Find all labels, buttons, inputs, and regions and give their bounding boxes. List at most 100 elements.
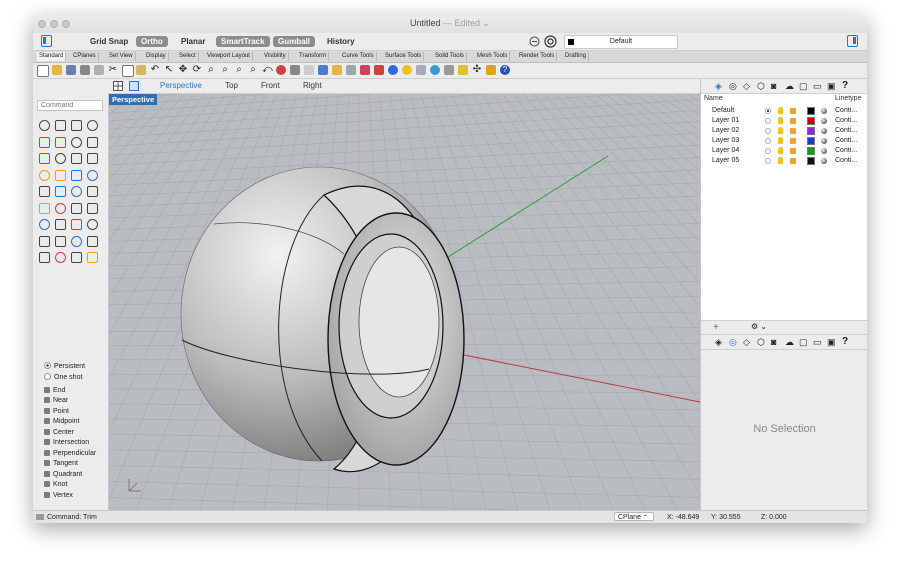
- move-tool-icon[interactable]: [39, 219, 50, 230]
- filter-icon[interactable]: [529, 36, 540, 47]
- render-panel-icon[interactable]: ◙: [771, 337, 776, 347]
- layer-row[interactable]: Default Conti...: [701, 106, 867, 116]
- paste-icon[interactable]: [136, 65, 146, 75]
- mesh-tool-icon[interactable]: [39, 252, 50, 263]
- lock-icon[interactable]: [790, 128, 796, 134]
- gumball-icon[interactable]: ✣: [472, 65, 482, 75]
- layer-options-icon[interactable]: ⚙ ⌄: [751, 322, 767, 331]
- tab-front[interactable]: Front: [261, 81, 280, 90]
- visibility-bulb-icon[interactable]: [778, 117, 783, 124]
- environment-panel-icon[interactable]: ☁: [785, 337, 794, 348]
- visibility-bulb-icon[interactable]: [778, 127, 783, 134]
- rectangle-tool-icon[interactable]: [71, 136, 82, 148]
- perspective-viewport[interactable]: Perspective: [109, 94, 700, 510]
- osnap-near[interactable]: Near: [44, 396, 68, 405]
- blocks-panel-icon[interactable]: ⬡: [757, 337, 765, 348]
- extrude-tool-icon[interactable]: [39, 186, 50, 197]
- orient-tool-icon[interactable]: [71, 235, 82, 247]
- current-layer-radio[interactable]: [765, 118, 771, 124]
- layer-row[interactable]: Layer 04 Conti...: [701, 146, 867, 156]
- osnap-intersection[interactable]: Intersection: [44, 438, 89, 447]
- current-layer-radio[interactable]: [765, 108, 771, 114]
- gumball-toggle[interactable]: Gumball: [273, 36, 316, 47]
- material-sphere-icon[interactable]: [821, 138, 827, 144]
- tab-surface-tools[interactable]: Surface Tools: [383, 52, 425, 61]
- rotate-view-icon[interactable]: ⟳: [192, 65, 202, 75]
- layer-color-swatch[interactable]: [807, 127, 815, 135]
- help-icon[interactable]: ?: [500, 65, 510, 75]
- linetype-column-header[interactable]: Linetype: [835, 95, 861, 102]
- layer-color-swatch[interactable]: [807, 107, 815, 115]
- print-icon[interactable]: [80, 65, 90, 75]
- layer-color-swatch[interactable]: [807, 137, 815, 145]
- curve-tool-icon[interactable]: [87, 120, 98, 131]
- linetype-value[interactable]: Conti...: [835, 146, 857, 156]
- visibility-bulb-icon[interactable]: [778, 107, 783, 114]
- materials-icon[interactable]: [402, 65, 412, 75]
- notes-panel-icon[interactable]: ▢: [799, 81, 808, 92]
- bulb-icon[interactable]: [332, 65, 342, 75]
- undo-view-icon[interactable]: ⤺: [262, 65, 273, 75]
- circle-tool-icon[interactable]: [39, 136, 50, 148]
- tab-viewport-layout[interactable]: Viewport Layout: [205, 52, 253, 61]
- tab-select[interactable]: Select: [177, 52, 199, 61]
- osnap-quadrant[interactable]: Quadrant: [44, 470, 82, 479]
- material-sphere-icon[interactable]: [821, 158, 827, 164]
- zoom-icon[interactable]: ⌕: [206, 65, 216, 75]
- layer-color-swatch[interactable]: [807, 117, 815, 125]
- materials-panel-icon[interactable]: ◇: [743, 81, 750, 92]
- named-views-icon[interactable]: [276, 65, 286, 75]
- add-layer-button[interactable]: +: [713, 322, 719, 333]
- display-panel-icon[interactable]: ▭: [813, 81, 822, 92]
- blocks-panel-icon[interactable]: ⬡: [757, 81, 765, 92]
- point-tool-icon[interactable]: [55, 120, 66, 131]
- environment-icon[interactable]: [430, 65, 440, 75]
- tab-standard[interactable]: Standard: [37, 52, 67, 61]
- osnap-target-icon[interactable]: [544, 35, 557, 48]
- color-icon[interactable]: [360, 65, 370, 75]
- render-panel-icon[interactable]: ◙: [771, 81, 776, 91]
- command-history-icon[interactable]: [36, 514, 44, 520]
- material-sphere-icon[interactable]: [821, 108, 827, 114]
- current-layer-select[interactable]: Default: [564, 35, 678, 49]
- cone-tool-icon[interactable]: [87, 169, 98, 181]
- fillet-tool-icon[interactable]: [55, 153, 66, 164]
- material-sphere-icon[interactable]: [821, 148, 827, 154]
- extend-tool-icon[interactable]: [87, 153, 98, 164]
- lock-icon[interactable]: [790, 148, 796, 154]
- scale-tool-icon[interactable]: [87, 219, 98, 230]
- analyze-tool-icon[interactable]: [55, 252, 66, 263]
- lights-icon[interactable]: [444, 65, 454, 75]
- left-sidebar-toggle-icon[interactable]: [41, 35, 52, 47]
- linetype-value[interactable]: Conti...: [835, 116, 857, 126]
- text-tool-icon[interactable]: [87, 252, 98, 263]
- pan-icon[interactable]: ✥: [178, 65, 188, 75]
- display-modes-icon[interactable]: ▣: [827, 81, 836, 92]
- lock-icon[interactable]: [790, 158, 796, 164]
- group-tool-icon[interactable]: [87, 235, 98, 247]
- save-icon[interactable]: [66, 65, 76, 75]
- tab-set-view[interactable]: Set View: [107, 52, 136, 61]
- undo-icon[interactable]: ↶: [150, 65, 160, 75]
- osnap-one-shot[interactable]: One shot: [44, 373, 82, 382]
- offset-tool-icon[interactable]: [71, 153, 82, 164]
- tab-cplanes[interactable]: CPlanes: [71, 52, 99, 61]
- sweep-tool-icon[interactable]: [87, 186, 98, 197]
- tab-top[interactable]: Top: [225, 81, 238, 90]
- polygon-tool-icon[interactable]: [87, 136, 98, 148]
- copy-tool-icon[interactable]: [55, 219, 66, 230]
- linetype-value[interactable]: Conti...: [835, 136, 857, 146]
- object-properties-icon[interactable]: [374, 65, 384, 75]
- properties-panel-icon[interactable]: ◎: [729, 81, 737, 92]
- current-layer-radio[interactable]: [765, 128, 771, 134]
- current-layer-radio[interactable]: [765, 138, 771, 144]
- box-tool-icon[interactable]: [39, 169, 50, 181]
- tab-curve-tools[interactable]: Curve Tools: [340, 52, 377, 61]
- layers-panel-icon[interactable]: ◈: [715, 337, 722, 348]
- zoom-window-icon[interactable]: ⌕: [220, 65, 230, 75]
- render-icon[interactable]: [388, 65, 398, 75]
- help-panel-icon[interactable]: ?: [842, 336, 848, 347]
- properties-icon[interactable]: [94, 65, 104, 75]
- tab-solid-tools[interactable]: Solid Tools: [433, 52, 467, 61]
- osnap-end[interactable]: End: [44, 386, 65, 395]
